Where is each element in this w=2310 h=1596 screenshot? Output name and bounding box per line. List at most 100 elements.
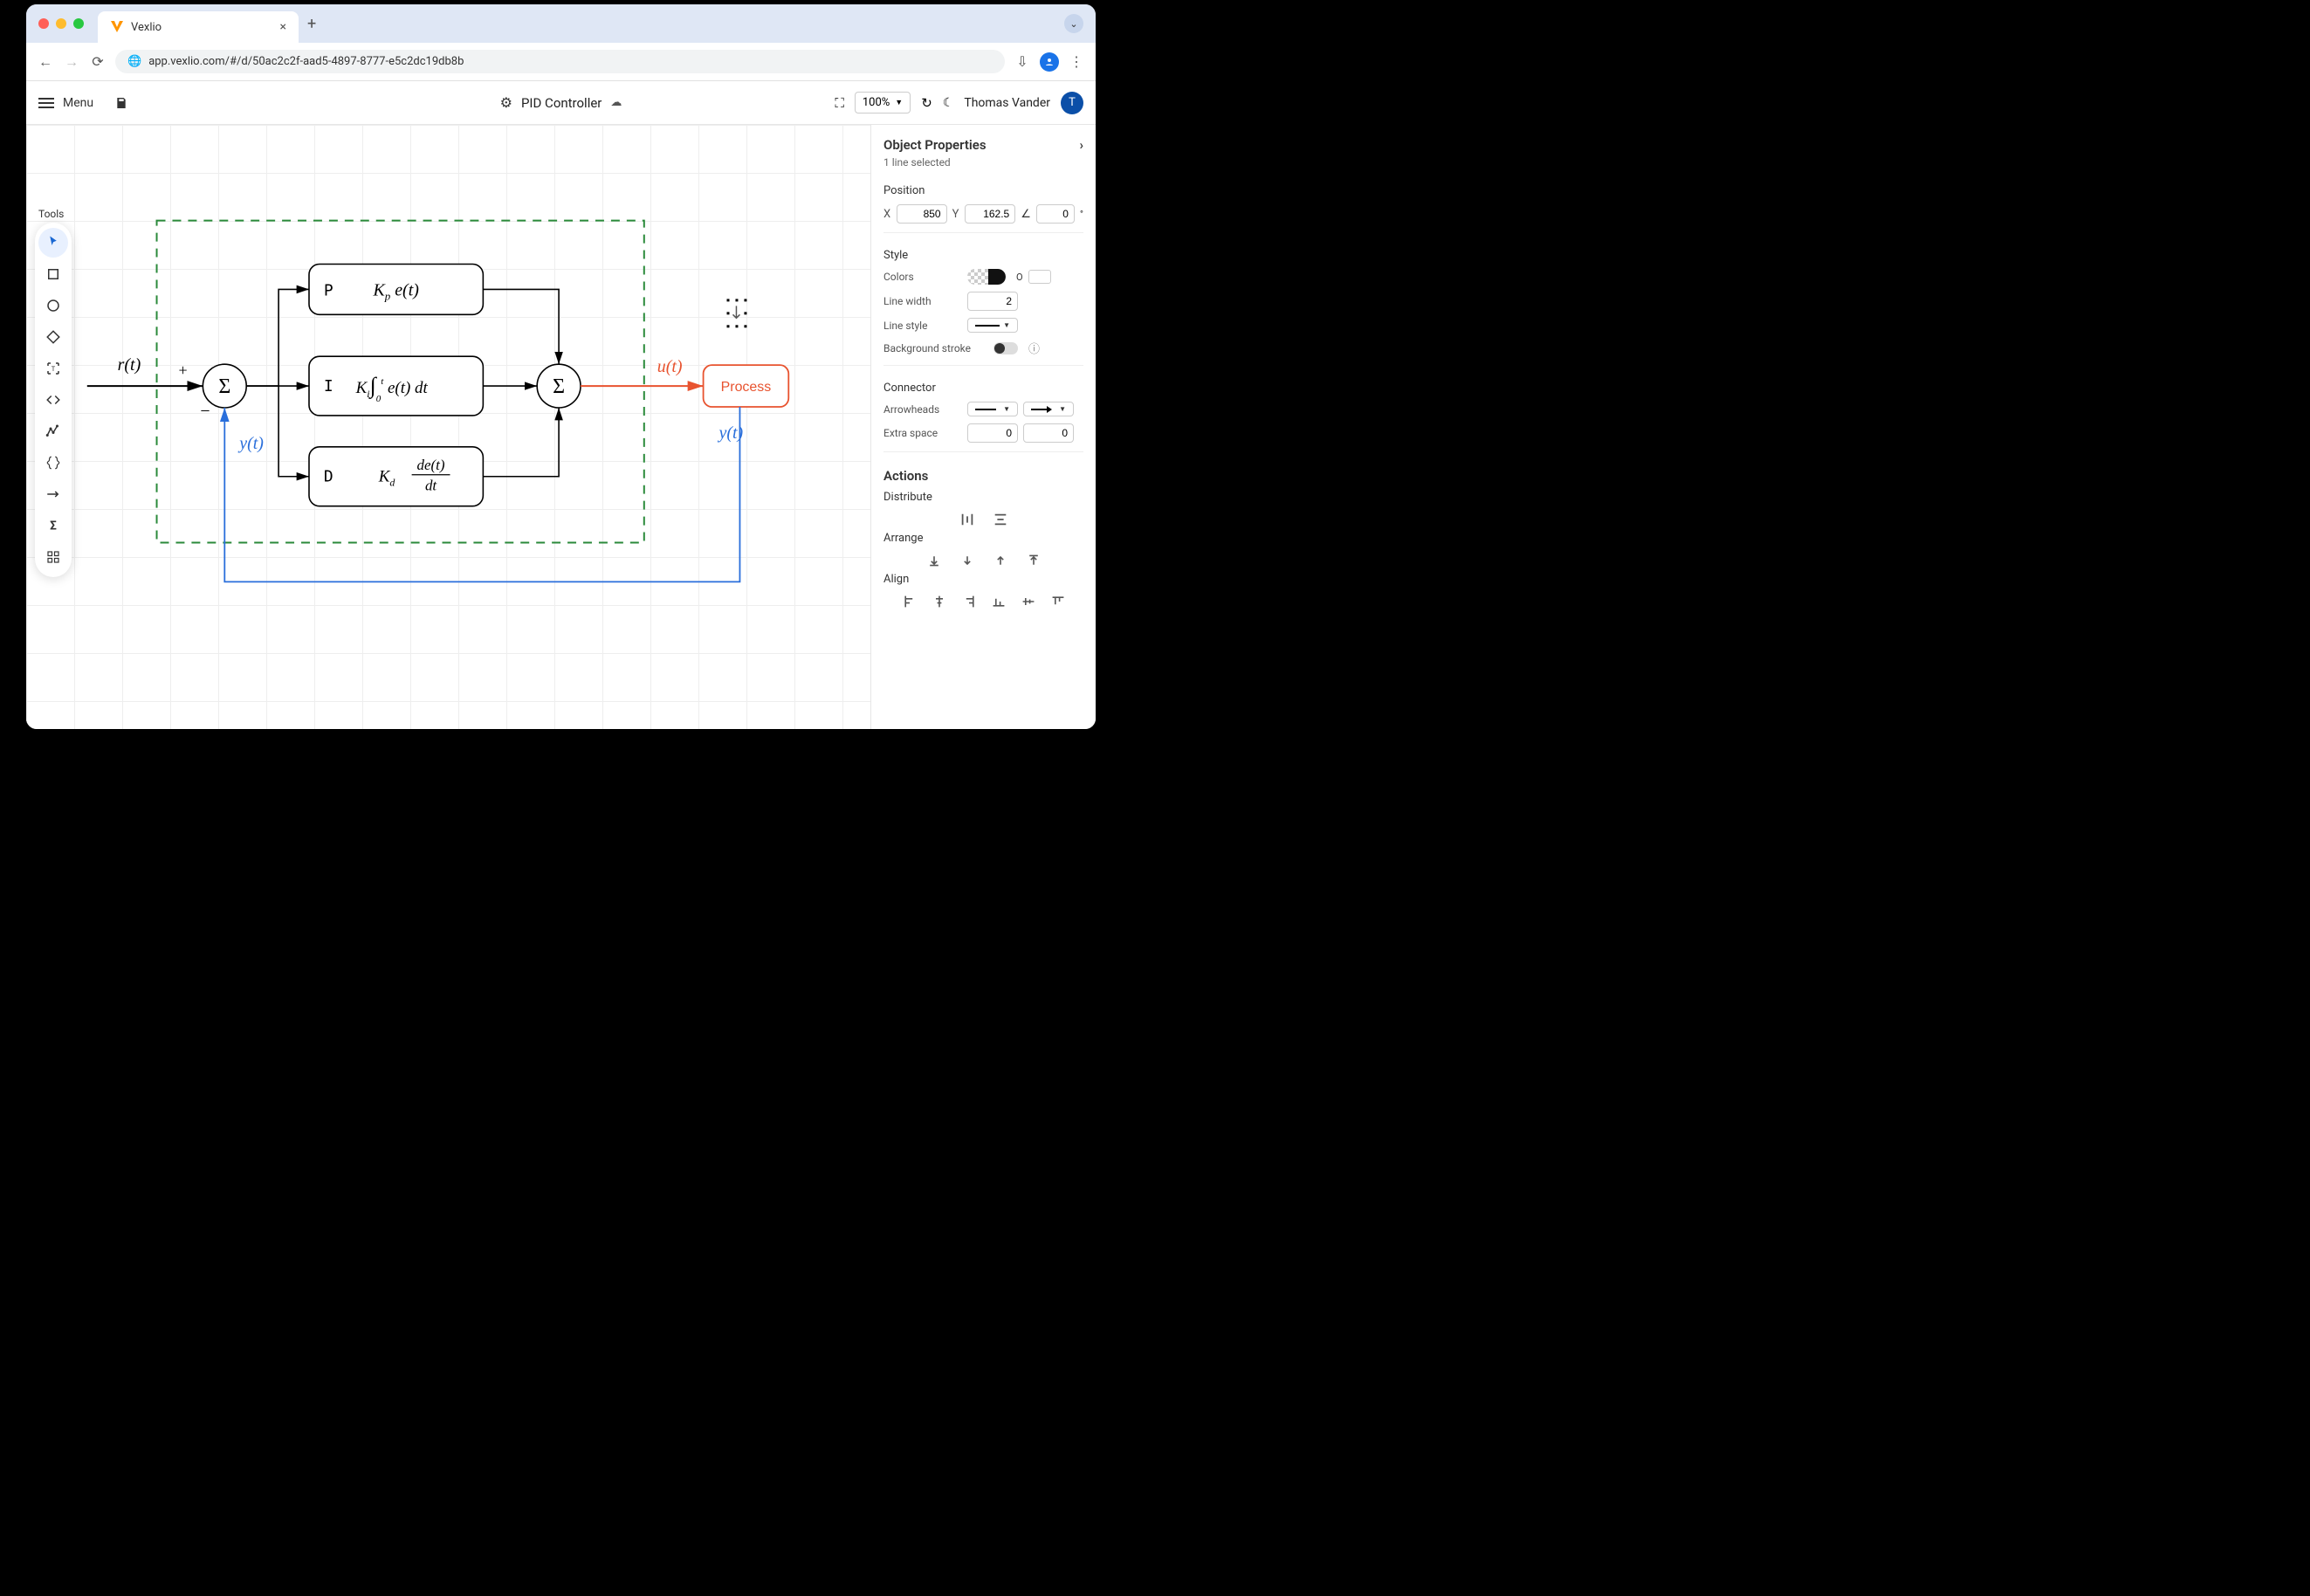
color-swatch[interactable] [967, 269, 1006, 285]
user-name-label: Thomas Vander [964, 96, 1050, 110]
plus-label: + [178, 361, 187, 379]
document-title[interactable]: PID Controller [521, 95, 602, 111]
grid-tool[interactable] [38, 542, 68, 572]
app-topbar: Menu ⚙ PID Controller ☁ ⛶ 100% ▼ ↻ ☾ Tho… [26, 81, 1096, 125]
window-close[interactable] [38, 18, 49, 29]
send-to-back-icon[interactable] [1025, 552, 1042, 569]
fit-screen-icon[interactable]: ⛶ [835, 95, 844, 111]
input-label: r(t) [118, 355, 141, 375]
nav-forward-icon[interactable]: → [63, 53, 80, 71]
url-field[interactable]: 🌐 app.vexlio.com/#/d/50ac2c2f-aad5-4897-… [115, 50, 1005, 73]
arrowheads-label: Arrowheads [883, 403, 962, 416]
nav-reload-icon[interactable]: ⟳ [89, 53, 107, 70]
bring-forward-icon[interactable] [959, 552, 976, 569]
y-input[interactable] [965, 204, 1015, 224]
text-frame-tool[interactable]: T [38, 354, 68, 383]
extra-space-a-input[interactable] [967, 423, 1018, 443]
bg-stroke-label: Background stroke [883, 342, 988, 354]
chevron-right-icon[interactable]: › [1079, 137, 1083, 153]
reset-icon[interactable]: ↻ [921, 95, 932, 111]
distribute-vertical-icon[interactable] [992, 511, 1009, 528]
pointer-tool[interactable] [38, 228, 68, 258]
properties-panel: Object Properties › 1 line selected Posi… [870, 125, 1096, 729]
feedback-label-left: y(t) [237, 434, 264, 453]
line-width-label: Line width [883, 295, 962, 307]
polyline-tool[interactable] [38, 416, 68, 446]
address-bar: ← → ⟳ 🌐 app.vexlio.com/#/d/50ac2c2f-aad5… [26, 43, 1096, 81]
line-style-label: Line style [883, 320, 962, 332]
align-bottom-icon[interactable] [990, 593, 1007, 610]
titlebar: Vexlio × + ⌄ [26, 4, 1096, 43]
colors-label: Colors [883, 271, 962, 283]
svg-text:T: T [52, 365, 56, 373]
window-maximize[interactable] [73, 18, 84, 29]
nav-back-icon[interactable]: ← [37, 53, 54, 71]
panel-title: Object Properties [883, 137, 987, 153]
code-tool[interactable] [38, 385, 68, 415]
align-right-icon[interactable] [960, 593, 978, 610]
position-section: Position [883, 184, 1083, 197]
browser-tab[interactable]: Vexlio × [98, 11, 299, 43]
tab-title: Vexlio [131, 21, 162, 34]
dark-mode-icon[interactable]: ☾ [943, 96, 954, 110]
send-backward-icon[interactable] [992, 552, 1009, 569]
tab-close-icon[interactable]: × [280, 20, 286, 34]
tabs-dropdown-button[interactable]: ⌄ [1064, 14, 1083, 33]
circle-tool[interactable] [38, 291, 68, 320]
sigma-tool[interactable]: Σ [38, 511, 68, 540]
align-center-v-icon[interactable] [1020, 593, 1037, 610]
distribute-horizontal-icon[interactable] [959, 511, 976, 528]
angle-icon: ∠ [1021, 208, 1031, 221]
chevron-down-icon: ▼ [895, 98, 903, 107]
align-left-icon[interactable] [901, 593, 918, 610]
arrowhead-start-select[interactable]: ▼ [967, 402, 1018, 416]
zoom-control[interactable]: 100% ▼ [855, 92, 911, 114]
arrowhead-end-select[interactable]: ▼ [1023, 402, 1074, 416]
workspace: Tools T Σ [26, 125, 1096, 729]
window-minimize[interactable] [56, 18, 66, 29]
extra-space-label: Extra space [883, 427, 962, 439]
hamburger-menu-icon[interactable] [38, 98, 54, 108]
canvas[interactable]: Tools T Σ [26, 125, 870, 729]
selection-summary: 1 line selected [883, 156, 1083, 169]
info-icon[interactable]: ⓘ [1028, 340, 1040, 356]
download-icon[interactable]: ⇩ [1014, 53, 1031, 70]
angle-input[interactable] [1036, 204, 1075, 224]
align-center-h-icon[interactable] [931, 593, 948, 610]
browser-window: Vexlio × + ⌄ ← → ⟳ 🌐 app.vexlio.com/#/d/… [26, 4, 1096, 729]
extra-space-b-input[interactable] [1023, 423, 1074, 443]
align-top-icon[interactable] [1049, 593, 1067, 610]
distribute-label: Distribute [883, 491, 1083, 504]
connector-section: Connector [883, 382, 1083, 395]
line-width-input[interactable] [967, 292, 1018, 311]
kebab-menu-icon[interactable]: ⋮ [1068, 53, 1085, 70]
favicon-icon [110, 20, 124, 34]
curly-brace-tool[interactable] [38, 448, 68, 478]
svg-text:de(t): de(t) [417, 457, 445, 473]
gear-icon[interactable]: ⚙ [500, 94, 512, 111]
x-input[interactable] [897, 204, 947, 224]
x-label: X [883, 208, 891, 221]
bg-stroke-toggle[interactable] [993, 342, 1018, 354]
menu-button[interactable]: Menu [63, 96, 93, 110]
profile-avatar-icon[interactable] [1040, 52, 1059, 72]
globe-icon: 🌐 [127, 55, 141, 68]
process-label: Process [721, 380, 772, 395]
user-avatar[interactable]: T [1061, 92, 1083, 114]
align-label: Align [883, 573, 1083, 586]
opacity-swatch[interactable] [1028, 270, 1051, 284]
cloud-sync-icon[interactable]: ☁ [610, 96, 622, 109]
url-text: app.vexlio.com/#/d/50ac2c2f-aad5-4897-87… [148, 55, 464, 68]
arrow-tool[interactable] [38, 479, 68, 509]
rectangle-tool[interactable] [38, 259, 68, 289]
selection-handles [726, 299, 746, 327]
line-style-select[interactable]: ▼ [967, 318, 1018, 333]
svg-text:Σ: Σ [553, 375, 565, 398]
svg-text:Σ: Σ [218, 375, 230, 398]
new-tab-button[interactable]: + [307, 15, 316, 33]
save-icon[interactable] [114, 96, 128, 110]
bring-to-front-icon[interactable] [925, 552, 943, 569]
u-label: u(t) [657, 357, 683, 376]
diamond-tool[interactable] [38, 322, 68, 352]
zoom-value: 100% [863, 96, 890, 109]
